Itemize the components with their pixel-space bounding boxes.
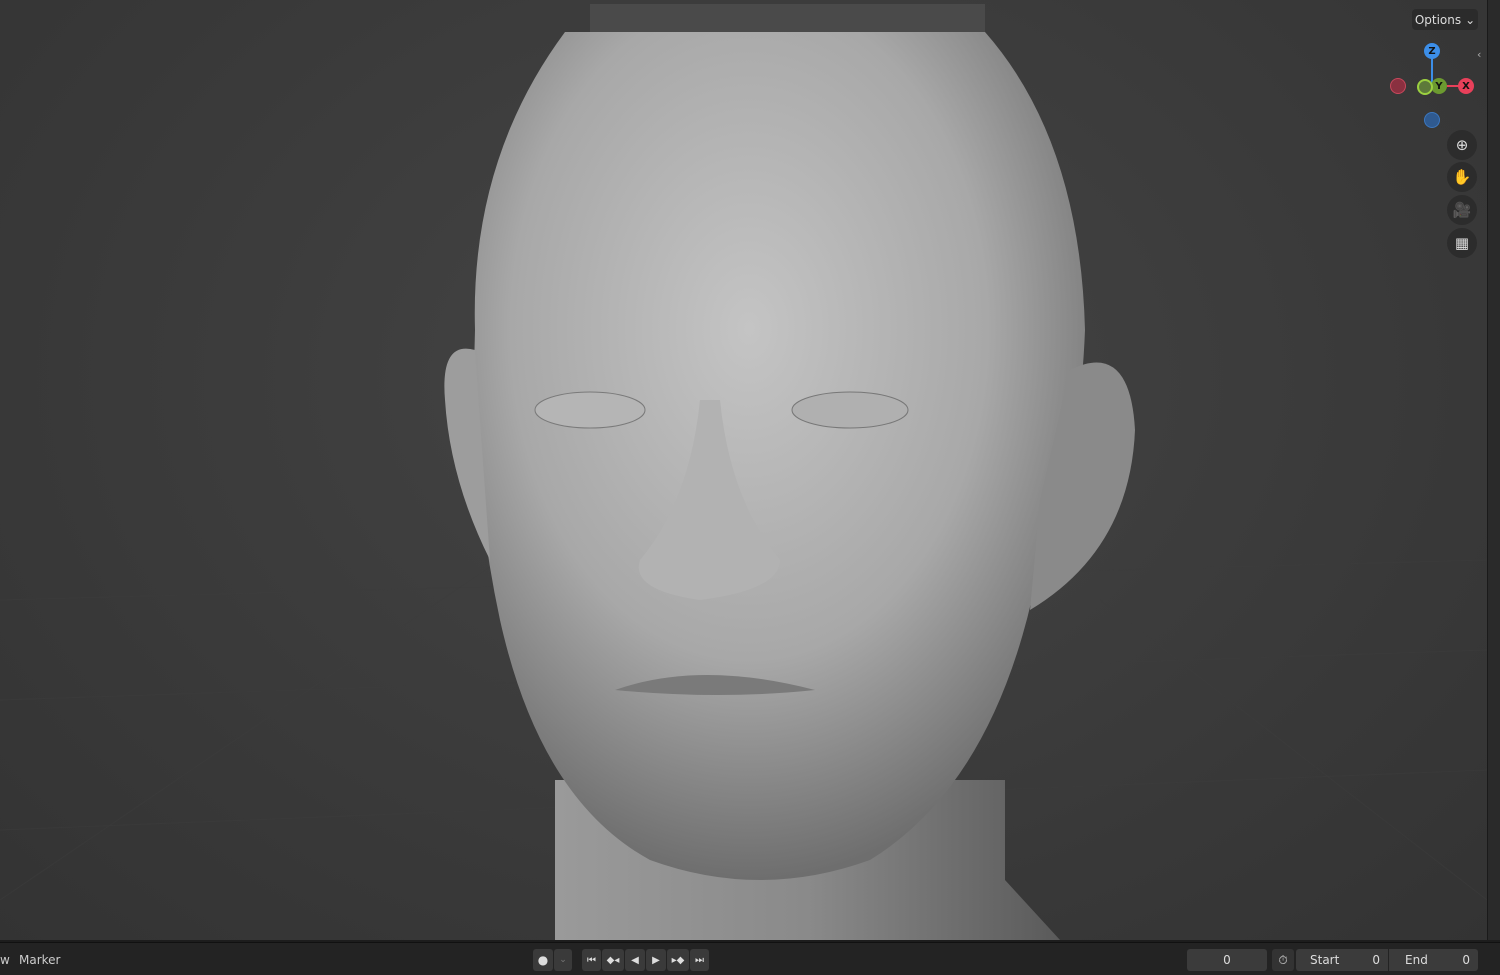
current-frame-field[interactable]: 0 <box>1187 949 1267 971</box>
play-reverse-icon[interactable]: ◀ <box>625 949 645 971</box>
stopwatch-icon[interactable]: ⏱ <box>1272 949 1294 971</box>
options-label: Options <box>1414 12 1462 27</box>
marker-menu[interactable]: Marker <box>19 953 60 967</box>
jump-start-icon[interactable]: ⏮ <box>582 949 601 971</box>
chevron-down-icon: ⌄ <box>1465 12 1476 27</box>
head-mesh <box>0 4 1487 940</box>
chevron-down-icon[interactable]: ⌄ <box>554 949 572 971</box>
z-label: Z <box>1428 45 1436 57</box>
hand-pan-icon[interactable]: ✋ <box>1447 162 1477 192</box>
record-icon[interactable]: ● <box>533 949 553 971</box>
timeline-header: w Marker ● ⌄ ⏮ ◆◂ ◀ ▶ ▸◆ ⏭ 0 ⏱ Start 0 En… <box>0 942 1500 975</box>
neg-z-axis[interactable] <box>1424 112 1440 128</box>
options-dropdown[interactable]: Options ⌄ <box>1412 9 1478 30</box>
prev-keyframe-icon[interactable]: ◆◂ <box>602 949 624 971</box>
collapse-sidebar-icon[interactable]: ‹ <box>1477 48 1481 61</box>
y-label: Y <box>1435 80 1443 92</box>
current-frame-value: 0 <box>1223 953 1231 967</box>
view-menu[interactable]: w <box>0 953 10 967</box>
start-value: 0 <box>1372 953 1380 967</box>
sidebar-tabs[interactable] <box>1487 0 1500 940</box>
next-keyframe-icon[interactable]: ▸◆ <box>667 949 689 971</box>
start-frame-field[interactable]: Start 0 <box>1296 949 1388 971</box>
jump-end-icon[interactable]: ⏭ <box>690 949 709 971</box>
zoom-icon[interactable]: ⊕ <box>1447 130 1477 160</box>
y-axis[interactable]: Y <box>1431 78 1447 94</box>
z-axis[interactable]: Z <box>1424 43 1440 59</box>
x-label: X <box>1462 80 1470 92</box>
camera-icon[interactable]: 🎥 <box>1447 195 1477 225</box>
play-icon[interactable]: ▶ <box>646 949 666 971</box>
x-axis[interactable]: X <box>1458 78 1474 94</box>
start-label: Start <box>1310 953 1340 967</box>
neg-x-axis[interactable] <box>1390 78 1406 94</box>
end-frame-field[interactable]: End 0 <box>1389 949 1478 971</box>
3d-viewport[interactable]: Options ⌄ ‹ Z Y X ⊕ ✋ 🎥 ▦ <box>0 0 1487 940</box>
neg-y-axis[interactable] <box>1417 79 1433 95</box>
perspective-grid-icon[interactable]: ▦ <box>1447 228 1477 258</box>
end-label: End <box>1405 953 1428 967</box>
end-value: 0 <box>1462 953 1470 967</box>
